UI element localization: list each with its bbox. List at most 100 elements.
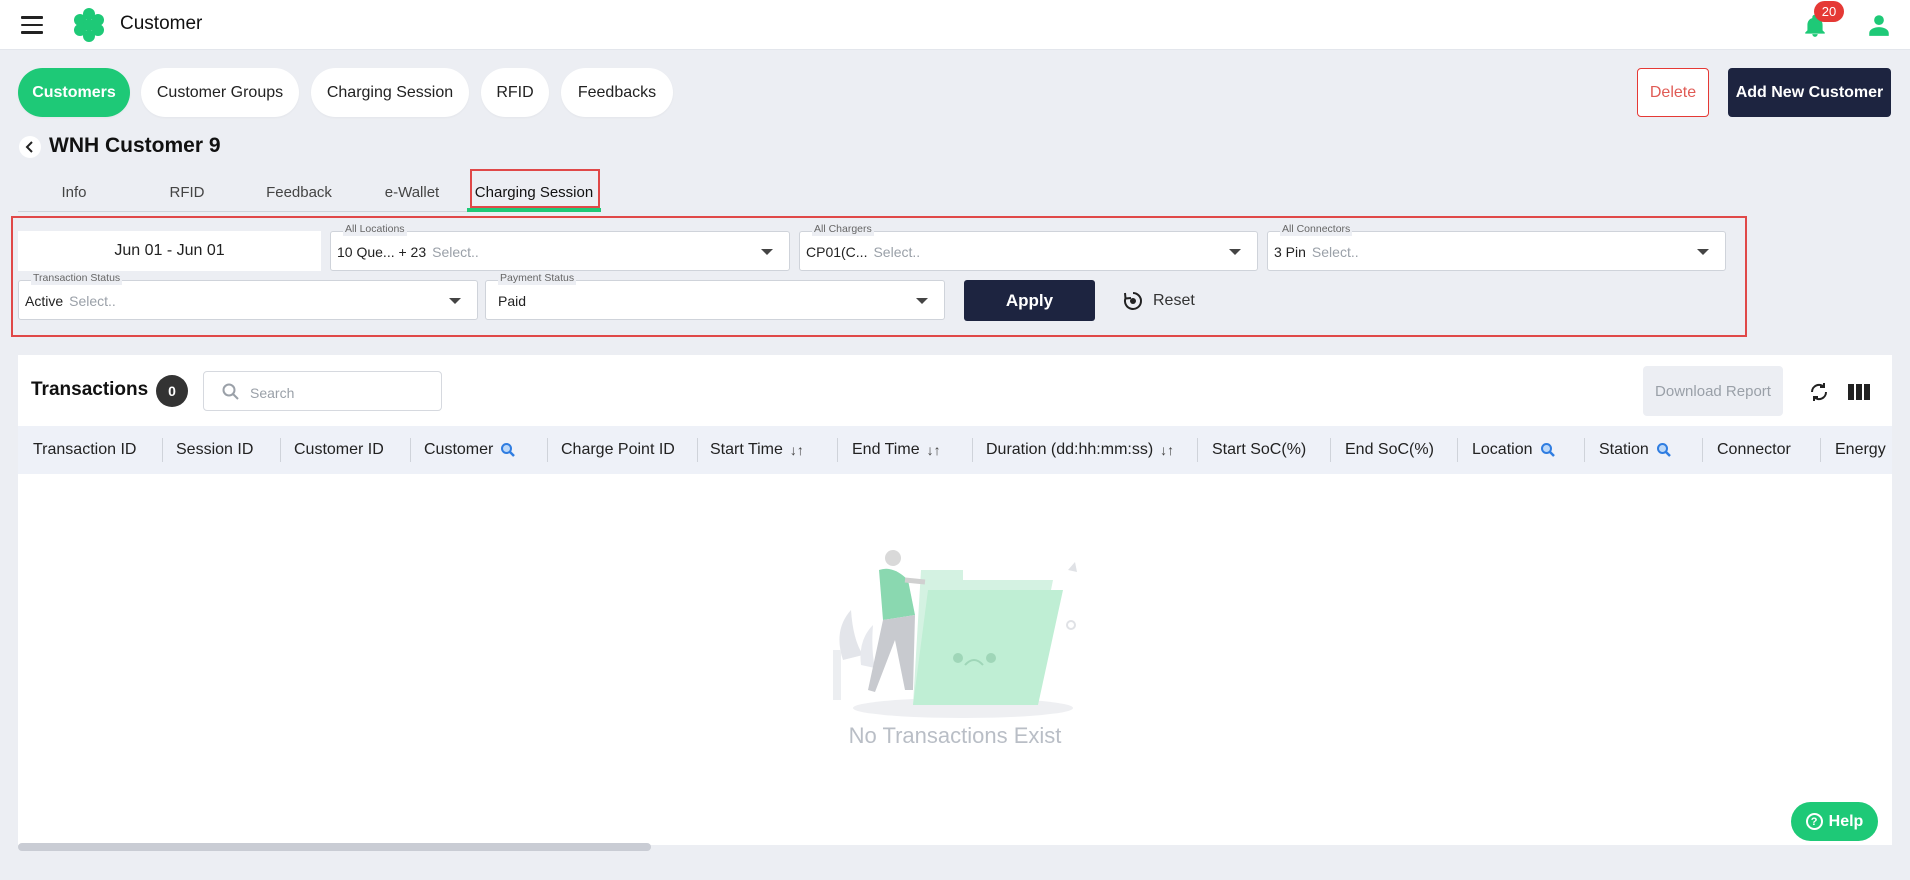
column-end-time[interactable]: End Time ↓↑ bbox=[838, 426, 973, 474]
back-button[interactable] bbox=[19, 136, 41, 158]
search-input[interactable]: Search bbox=[203, 371, 442, 411]
caret-down-icon bbox=[1697, 249, 1709, 255]
column-label: Station bbox=[1599, 441, 1649, 458]
column-start-time[interactable]: Start Time ↓↑ bbox=[698, 426, 838, 474]
column-location[interactable]: Location bbox=[1458, 426, 1585, 474]
column-label: End Time bbox=[852, 441, 920, 458]
reset-icon bbox=[1124, 292, 1142, 310]
apply-button[interactable]: Apply bbox=[964, 280, 1095, 321]
reset-label: Reset bbox=[1153, 292, 1195, 309]
chargers-placeholder: Select.. bbox=[873, 244, 921, 260]
chargers-select[interactable]: All Chargers CP01(C... Select.. bbox=[799, 223, 1258, 271]
payment-status-label: Payment Status bbox=[498, 272, 577, 285]
column-label: End SoC(%) bbox=[1345, 441, 1434, 458]
subtab-feedback[interactable]: Feedback bbox=[259, 172, 339, 212]
app-title: Customer bbox=[120, 13, 203, 34]
column-label: Start SoC(%) bbox=[1212, 441, 1307, 458]
column-label: Duration (dd:hh:mm:ss) bbox=[986, 441, 1154, 458]
column-label: Charge Point ID bbox=[561, 441, 675, 458]
notification-badge: 20 bbox=[1814, 1, 1844, 22]
caret-down-icon bbox=[761, 249, 773, 255]
column-charge-point-id[interactable]: Charge Point ID bbox=[548, 426, 698, 474]
column-label: Session ID bbox=[176, 441, 254, 458]
connectors-placeholder: Select.. bbox=[1311, 244, 1359, 260]
active-subtab-indicator bbox=[467, 208, 601, 212]
transaction-status-label: Transaction Status bbox=[31, 272, 123, 285]
search-icon[interactable] bbox=[500, 442, 516, 458]
search-icon[interactable] bbox=[1656, 442, 1672, 458]
search-placeholder: Search bbox=[250, 385, 295, 401]
connectors-label: All Connectors bbox=[1280, 223, 1353, 236]
column-start-soc[interactable]: Start SoC(%) bbox=[1198, 426, 1331, 474]
subtab-e-wallet[interactable]: e-Wallet bbox=[372, 172, 452, 212]
caret-down-icon bbox=[449, 298, 461, 304]
add-new-customer-button[interactable]: Add New Customer bbox=[1728, 68, 1891, 117]
columns-icon[interactable] bbox=[1848, 383, 1870, 401]
transaction-status-placeholder: Select.. bbox=[69, 293, 116, 309]
connectors-value: 3 Pin bbox=[1274, 244, 1306, 260]
transactions-panel: Transactions 0 Search Download Report Tr… bbox=[18, 355, 1892, 845]
column-label: Connector bbox=[1717, 441, 1791, 458]
locations-placeholder: Select.. bbox=[432, 244, 479, 260]
column-station[interactable]: Station bbox=[1585, 426, 1703, 474]
chargers-value: CP01(C... bbox=[806, 244, 868, 260]
column-label: Location bbox=[1472, 441, 1533, 458]
transaction-status-value: Active bbox=[25, 293, 64, 309]
delete-button[interactable]: Delete bbox=[1637, 68, 1709, 117]
date-range-picker[interactable]: Jun 01 - Jun 01 bbox=[18, 231, 321, 271]
top-bar: Customer 20 bbox=[0, 0, 1910, 50]
column-connector[interactable]: Connector bbox=[1703, 426, 1821, 474]
help-icon: ? bbox=[1805, 813, 1823, 830]
refresh-icon[interactable] bbox=[1807, 380, 1831, 404]
locations-select[interactable]: All Locations 10 Que... + 23 Select.. bbox=[330, 223, 790, 271]
empty-folder-illustration bbox=[833, 550, 1077, 718]
locations-value: 10 Que... + 23 bbox=[337, 244, 427, 260]
sort-icon[interactable]: ↓↑ bbox=[790, 442, 804, 458]
subtab-rfid[interactable]: RFID bbox=[148, 172, 226, 212]
connectors-select[interactable]: All Connectors 3 Pin Select.. bbox=[1267, 223, 1726, 271]
column-customer[interactable]: Customer bbox=[411, 426, 548, 474]
sort-icon[interactable]: ↓↑ bbox=[927, 442, 941, 458]
column-customer-id[interactable]: Customer ID bbox=[281, 426, 411, 474]
column-label: Customer bbox=[424, 441, 494, 458]
empty-state-text: No Transactions Exist bbox=[848, 723, 1062, 748]
download-report-button[interactable]: Download Report bbox=[1643, 366, 1783, 416]
reset-button[interactable]: Reset bbox=[1121, 287, 1195, 315]
nav-tab-charging-session[interactable]: Charging Session bbox=[311, 68, 469, 117]
caret-down-icon bbox=[916, 298, 928, 304]
caret-down-icon bbox=[1229, 249, 1241, 255]
transaction-status-select[interactable]: Transaction Status Active Select.. bbox=[18, 272, 478, 320]
column-transaction-id[interactable]: Transaction ID bbox=[18, 426, 163, 474]
search-icon[interactable] bbox=[1540, 442, 1556, 458]
chevron-left-icon bbox=[25, 141, 33, 153]
logo-icon bbox=[74, 8, 104, 42]
column-label: Energy bbox=[1835, 441, 1886, 458]
locations-label: All Locations bbox=[343, 223, 407, 236]
nav-tab-customers[interactable]: Customers bbox=[18, 68, 130, 117]
menu-icon[interactable] bbox=[21, 16, 43, 34]
nav-tab-rfid[interactable]: RFID bbox=[481, 68, 549, 117]
column-label: Transaction ID bbox=[33, 441, 137, 458]
column-label: Start Time bbox=[710, 441, 783, 458]
column-duration[interactable]: Duration (dd:hh:mm:ss) ↓↑ bbox=[973, 426, 1198, 474]
page-title: WNH Customer 9 bbox=[49, 134, 221, 157]
transactions-count-badge: 0 bbox=[156, 375, 188, 407]
transactions-title: Transactions bbox=[31, 379, 149, 400]
payment-status-select[interactable]: Payment Status Paid bbox=[485, 272, 945, 320]
column-energy[interactable]: Energy bbox=[1821, 426, 1892, 474]
chargers-label: All Chargers bbox=[812, 223, 874, 236]
help-label: Help bbox=[1828, 812, 1864, 830]
nav-tab-customer-groups[interactable]: Customer Groups bbox=[141, 68, 299, 117]
horizontal-scrollbar[interactable] bbox=[18, 843, 651, 851]
sort-icon[interactable]: ↓↑ bbox=[1160, 442, 1174, 458]
subtab-info[interactable]: Info bbox=[35, 172, 113, 212]
nav-tab-feedbacks[interactable]: Feedbacks bbox=[561, 68, 673, 117]
subtab-charging-session[interactable]: Charging Session bbox=[469, 172, 599, 212]
column-end-soc[interactable]: End SoC(%) bbox=[1331, 426, 1458, 474]
help-button[interactable]: ? Help bbox=[1791, 802, 1878, 841]
user-icon[interactable] bbox=[1866, 12, 1892, 38]
payment-status-value: Paid bbox=[498, 293, 527, 309]
column-session-id[interactable]: Session ID bbox=[163, 426, 281, 474]
search-icon bbox=[222, 383, 239, 400]
table-header: Transaction ID Session ID Customer ID Cu… bbox=[18, 426, 1892, 474]
